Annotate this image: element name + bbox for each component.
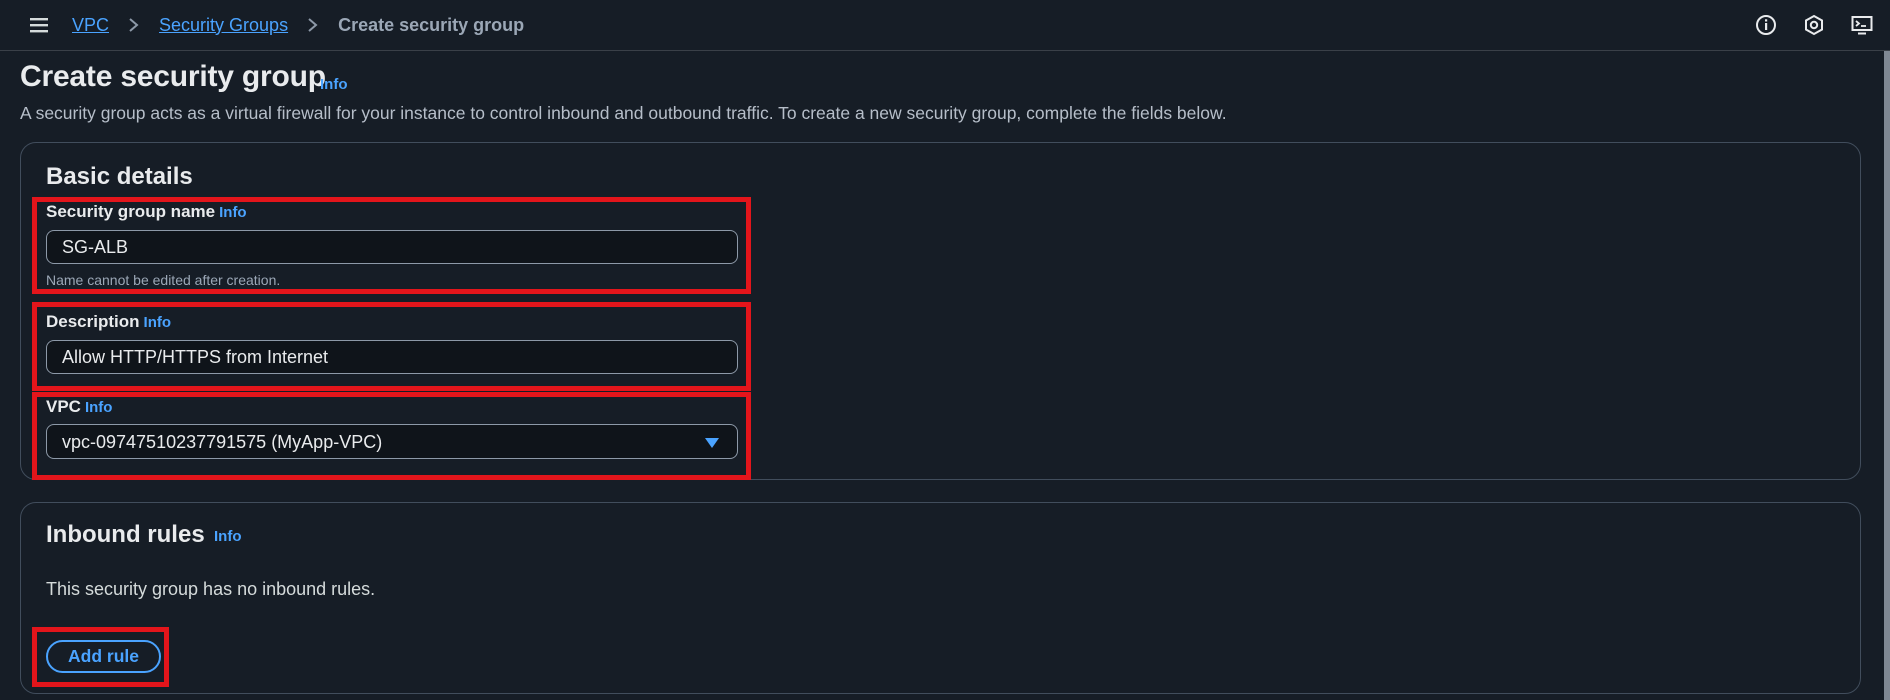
breadcrumb: VPC Security Groups Create security grou… [72, 11, 524, 39]
chevron-right-icon [300, 15, 326, 35]
hamburger-menu-icon[interactable] [26, 13, 52, 37]
security-group-name-label-text: Security group name [46, 202, 216, 221]
breadcrumb-link-vpc[interactable]: VPC [72, 15, 109, 36]
caret-down-icon [704, 436, 720, 450]
scrollbar[interactable] [1884, 51, 1890, 700]
page-title: Create security group [20, 60, 326, 93]
chevron-right-icon [121, 15, 147, 35]
page-info-link[interactable]: Info [320, 76, 348, 93]
settings-hexagon-icon[interactable] [1802, 13, 1826, 37]
page-description: A security group acts as a virtual firew… [20, 103, 1227, 123]
security-group-name-input[interactable] [46, 230, 738, 264]
description-input[interactable] [46, 340, 738, 374]
inbound-rules-info-link[interactable]: Info [214, 528, 242, 545]
vpc-select[interactable]: vpc-09747510237791575 (MyApp-VPC) [46, 424, 738, 459]
vpc-info-link[interactable]: Info [85, 399, 113, 416]
info-circle-icon[interactable] [1754, 13, 1778, 37]
vpc-select-value: vpc-09747510237791575 (MyApp-VPC) [62, 432, 383, 452]
inbound-rules-title: Inbound rules [46, 521, 205, 548]
inbound-rules-empty-text: This security group has no inbound rules… [46, 579, 376, 599]
cloudshell-terminal-icon[interactable] [1850, 13, 1874, 37]
security-group-name-label: Security group name Info [46, 202, 247, 222]
vpc-label: VPC Info [46, 397, 112, 417]
description-info-link[interactable]: Info [144, 314, 172, 331]
breadcrumb-link-security-groups[interactable]: Security Groups [159, 15, 288, 36]
breadcrumb-current-page: Create security group [338, 14, 525, 35]
security-group-name-hint: Name cannot be edited after creation. [46, 272, 281, 288]
description-label-text: Description [46, 312, 140, 331]
add-rule-button[interactable]: Add rule [46, 640, 161, 673]
vpc-label-text: VPC [46, 397, 81, 416]
top-navigation-bar: VPC Security Groups Create security grou… [0, 0, 1890, 51]
basic-details-title: Basic details [46, 163, 193, 190]
security-group-name-info-link[interactable]: Info [219, 204, 247, 221]
description-label: Description Info [46, 312, 171, 332]
